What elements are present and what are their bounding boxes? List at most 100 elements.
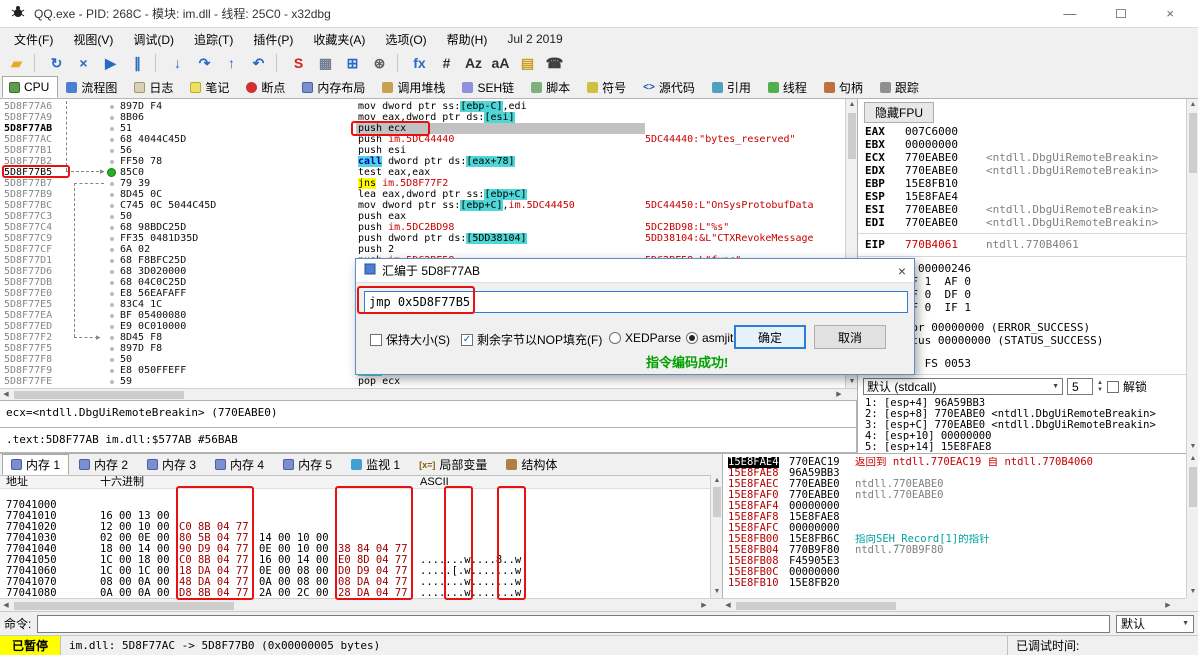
case-icon[interactable]: aA: [488, 52, 513, 74]
hide-fpu-button[interactable]: 隐藏FPU: [864, 102, 935, 123]
scrollbar-thumb[interactable]: [1189, 467, 1197, 507]
breakpoint-dot[interactable]: [110, 204, 114, 208]
breakpoint-dot[interactable]: [110, 248, 114, 252]
minimize-button[interactable]: —: [1063, 6, 1076, 21]
breakpoint-dot[interactable]: [110, 358, 114, 362]
fx-icon[interactable]: fx: [407, 52, 432, 74]
windows-icon[interactable]: ⊞: [340, 52, 365, 74]
disasm-row[interactable]: 5D8F77B1 56 push esi: [0, 145, 845, 156]
scroll-left-icon[interactable]: ◀: [722, 601, 734, 611]
xedparse-radio[interactable]: [609, 332, 621, 344]
bottom-tab[interactable]: 内存 4: [206, 454, 273, 475]
scroll-up-icon[interactable]: ▲: [1187, 454, 1198, 464]
spinner-arrows-icon[interactable]: ▲ ▼: [1097, 380, 1103, 394]
run-to-return-icon[interactable]: ↑: [219, 52, 244, 74]
scrollbar-thumb[interactable]: [1189, 113, 1197, 173]
dump-vertical-scrollbar[interactable]: ▲ ▼: [710, 475, 722, 598]
bottom-tab[interactable]: 内存 1: [2, 454, 70, 475]
view-tab[interactable]: 句柄: [817, 76, 872, 98]
view-tab[interactable]: 脚本: [524, 76, 579, 98]
dialog-close-button[interactable]: ×: [898, 263, 906, 279]
command-profile-select[interactable]: 默认 ▼: [1116, 614, 1194, 633]
view-tab[interactable]: CPU: [2, 76, 59, 98]
command-input[interactable]: [37, 614, 1110, 633]
breakpoint-dot[interactable]: [110, 303, 114, 307]
bottom-tab[interactable]: 监视 1: [342, 454, 409, 475]
arg-count-spinner[interactable]: 5: [1067, 378, 1093, 395]
breakpoint-dot[interactable]: [110, 215, 114, 219]
cancel-button[interactable]: 取消: [814, 325, 886, 349]
bottom-tab[interactable]: 结构体: [497, 454, 566, 475]
toolbar-separator[interactable]: [397, 54, 402, 72]
pause-icon[interactable]: ∥: [125, 52, 150, 74]
breakpoint-dot[interactable]: [110, 160, 114, 164]
disasm-row[interactable]: 5D8F77CF 6A 02 push 2: [0, 244, 845, 255]
stack-row[interactable]: 15E8FB10 15E8FB20: [723, 578, 1186, 589]
scrollbar-thumb[interactable]: [848, 113, 856, 159]
disasm-row[interactable]: 5D8F77C4 68 98BDC25D push im.5DC2BD98 5D…: [0, 222, 845, 233]
breakpoint-dot[interactable]: [110, 314, 114, 318]
register-row[interactable]: EBP 15E8FB10: [858, 177, 1186, 190]
step-into-icon[interactable]: ↓: [165, 52, 190, 74]
toolbar-separator[interactable]: [34, 54, 39, 72]
scroll-right-icon[interactable]: ▶: [833, 390, 845, 400]
register-row[interactable]: EBX 00000000: [858, 138, 1186, 151]
breakpoint-dot[interactable]: [110, 325, 114, 329]
breakpoint-dot[interactable]: [110, 292, 114, 296]
bottom-tab[interactable]: 内存 3: [138, 454, 205, 475]
stack-horizontal-scrollbar[interactable]: ◀ ▶: [722, 598, 1186, 611]
disasm-row[interactable]: 5D8F77B5 85C0 test eax,eax: [0, 167, 845, 178]
breakpoint-dot[interactable]: [110, 369, 114, 373]
menu-item[interactable]: 收藏夹(A): [303, 31, 375, 49]
disasm-row[interactable]: 5D8F77B9 8D45 0C lea eax,dword ptr ss:[e…: [0, 189, 845, 200]
keep-size-option[interactable]: 保持大小(S): [370, 331, 450, 348]
breakpoint-dot[interactable]: [110, 138, 114, 142]
view-tab[interactable]: 断点: [239, 76, 294, 98]
ok-button[interactable]: 确定: [734, 325, 806, 349]
breakpoint-dot[interactable]: [110, 149, 114, 153]
register-row[interactable]: EDX 770EABE0 <ntdll.DbgUiRemoteBreakin>: [858, 164, 1186, 177]
az-icon[interactable]: Az: [461, 52, 486, 74]
phone-icon[interactable]: ☎: [542, 52, 567, 74]
restart-icon[interactable]: ↻: [44, 52, 69, 74]
menu-item[interactable]: 选项(O): [375, 31, 436, 49]
scroll-right-icon[interactable]: ▶: [698, 601, 710, 611]
stack-vertical-scrollbar[interactable]: ▲ ▼: [1186, 453, 1198, 598]
menu-item[interactable]: 视图(V): [63, 31, 123, 49]
register-row[interactable]: EAX 007C6000: [858, 125, 1186, 138]
register-row[interactable]: ESI 770EABE0 <ntdll.DbgUiRemoteBreakin>: [858, 203, 1186, 216]
keep-size-checkbox[interactable]: [370, 333, 382, 346]
stop-icon[interactable]: ×: [71, 52, 96, 74]
breakpoint-dot[interactable]: [110, 336, 114, 340]
view-tab[interactable]: 引用: [705, 76, 760, 98]
registers-vertical-scrollbar[interactable]: ▲ ▼: [1186, 99, 1198, 453]
run-icon[interactable]: ▶: [98, 52, 123, 74]
scroll-down-icon[interactable]: ▼: [1187, 587, 1198, 597]
scrollbar-thumb[interactable]: [14, 391, 184, 399]
register-row[interactable]: ESP 15E8FAE4: [858, 190, 1186, 203]
disasm-row[interactable]: 5D8F77C3 50 push eax: [0, 211, 845, 222]
bottom-tab[interactable]: [x=] 局部变量: [410, 454, 496, 475]
disasm-row[interactable]: 5D8F77B7 79 39 jns im.5D8F77F2: [0, 178, 845, 189]
toolbar-separator[interactable]: [276, 54, 281, 72]
menu-item[interactable]: 调试(D): [123, 31, 184, 49]
bottom-tab[interactable]: 内存 5: [274, 454, 341, 475]
register-row[interactable]: ECX 770EABE0 <ntdll.DbgUiRemoteBreakin>: [858, 151, 1186, 164]
breakpoint-dot[interactable]: [110, 193, 114, 197]
view-tab[interactable]: 日志: [127, 76, 182, 98]
menu-item[interactable]: 追踪(T): [184, 31, 243, 49]
breakpoint-dot[interactable]: [110, 237, 114, 241]
breakpoint-dot[interactable]: [110, 380, 114, 384]
scroll-left-icon[interactable]: ◀: [0, 390, 12, 400]
disasm-row[interactable]: 5D8F77B2 FF50 78 call dword ptr ds:[eax+…: [0, 156, 845, 167]
breakpoint-dot[interactable]: [110, 347, 114, 351]
scroll-left-icon[interactable]: ◀: [0, 601, 12, 611]
settings-gear-icon[interactable]: ⊛: [367, 52, 392, 74]
xedparse-option[interactable]: XEDParse: [609, 331, 681, 345]
view-tab[interactable]: 笔记: [183, 76, 238, 98]
breakpoint-dot[interactable]: [110, 270, 114, 274]
disasm-row[interactable]: 5D8F77FE 59 pop ecx: [0, 376, 845, 387]
view-tab[interactable]: 调用堆栈: [375, 76, 454, 98]
breakpoint-dot[interactable]: [107, 168, 116, 177]
view-tab[interactable]: 跟踪: [873, 76, 928, 98]
